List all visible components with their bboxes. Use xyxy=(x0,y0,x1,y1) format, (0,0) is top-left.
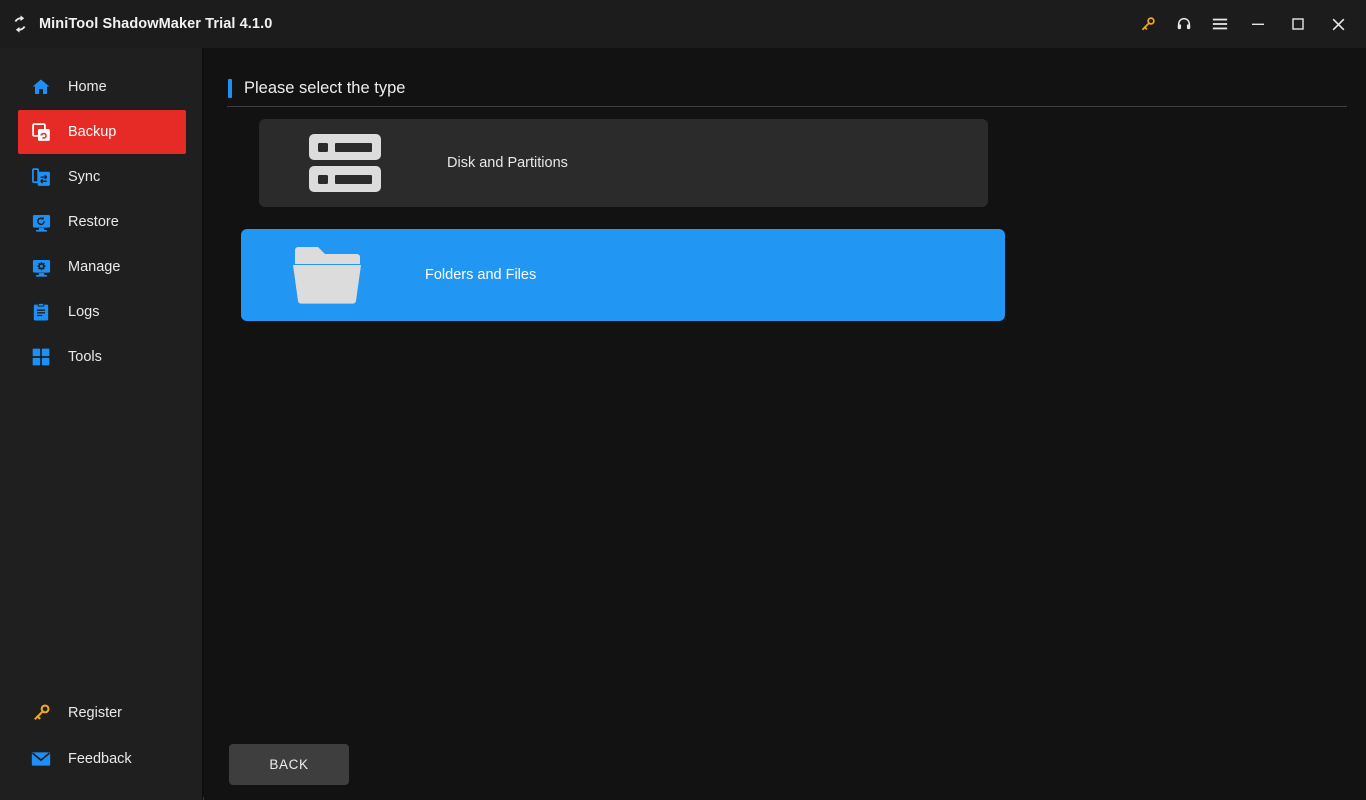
sidebar-item-label: Sync xyxy=(68,169,100,185)
page-title-text: Please select the type xyxy=(244,79,405,98)
sidebar-item-label: Restore xyxy=(68,214,119,230)
sidebar-item-feedback[interactable]: Feedback xyxy=(18,736,186,781)
main-content: Please select the type Disk and Partitio… xyxy=(204,48,1366,800)
disk-partitions-icon xyxy=(309,133,381,193)
key-icon xyxy=(30,702,52,724)
window-title: MiniTool ShadowMaker Trial 4.1.0 xyxy=(39,16,272,32)
sidebar-item-sync[interactable]: Sync xyxy=(18,155,186,199)
maximize-icon[interactable] xyxy=(1278,4,1318,44)
title-bar: MiniTool ShadowMaker Trial 4.1.0 xyxy=(0,0,1366,48)
backup-icon xyxy=(30,121,52,143)
sidebar-item-backup[interactable]: Backup xyxy=(18,110,186,154)
accent-bar xyxy=(228,79,232,98)
sidebar-item-home[interactable]: Home xyxy=(18,65,186,109)
sidebar: Home Backup xyxy=(0,48,203,800)
refresh-circular-arrows-icon xyxy=(10,14,30,34)
page-title: Please select the type xyxy=(228,79,405,98)
backup-type-label: Disk and Partitions xyxy=(447,155,568,171)
envelope-icon xyxy=(30,748,52,770)
header-divider xyxy=(227,106,1347,107)
close-icon[interactable] xyxy=(1318,4,1358,44)
sidebar-item-register[interactable]: Register xyxy=(18,690,186,735)
sync-icon xyxy=(30,166,52,188)
sidebar-item-logs[interactable]: Logs xyxy=(18,290,186,334)
manage-icon xyxy=(30,256,52,278)
tools-icon xyxy=(30,346,52,368)
sidebar-item-label: Register xyxy=(68,705,122,721)
logs-icon xyxy=(30,301,52,323)
folder-icon xyxy=(291,245,363,305)
application-window: MiniTool ShadowMaker Trial 4.1.0 xyxy=(0,0,1366,800)
minimize-icon[interactable] xyxy=(1238,4,1278,44)
home-icon xyxy=(30,76,52,98)
register-key-icon[interactable] xyxy=(1130,4,1166,44)
restore-icon xyxy=(30,211,52,233)
sidebar-item-manage[interactable]: Manage xyxy=(18,245,186,289)
title-bar-left: MiniTool ShadowMaker Trial 4.1.0 xyxy=(0,14,272,34)
backup-type-card-folder[interactable]: Folders and Files xyxy=(241,229,1005,321)
support-headset-icon[interactable] xyxy=(1166,4,1202,44)
sidebar-item-label: Manage xyxy=(68,259,120,275)
sidebar-bottom-nav: Register Feedback xyxy=(0,690,203,782)
sidebar-item-label: Logs xyxy=(68,304,99,320)
backup-type-label: Folders and Files xyxy=(425,267,536,283)
sidebar-item-label: Backup xyxy=(68,124,116,140)
backup-type-card-disk[interactable]: Disk and Partitions xyxy=(259,119,988,207)
sidebar-item-label: Feedback xyxy=(68,751,132,767)
sidebar-item-tools[interactable]: Tools xyxy=(18,335,186,379)
back-button[interactable]: BACK xyxy=(229,744,349,785)
sidebar-item-label: Home xyxy=(68,79,107,95)
sidebar-item-label: Tools xyxy=(68,349,102,365)
menu-hamburger-icon[interactable] xyxy=(1202,4,1238,44)
sidebar-item-restore[interactable]: Restore xyxy=(18,200,186,244)
sidebar-nav: Home Backup xyxy=(0,65,203,380)
title-bar-controls xyxy=(1130,0,1366,48)
